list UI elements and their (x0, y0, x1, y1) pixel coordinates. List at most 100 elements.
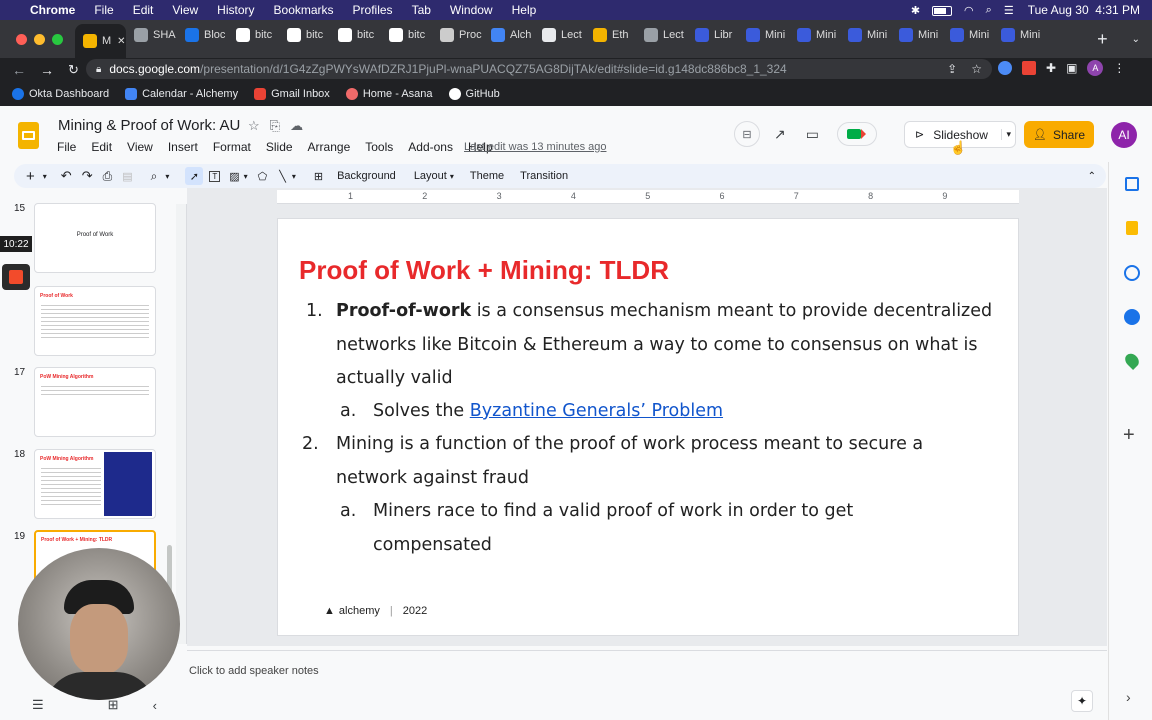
filmstrip-view-icon[interactable]: ☰ (32, 697, 44, 713)
tab-4[interactable]: bitc (279, 20, 330, 50)
close-window-button[interactable] (16, 33, 27, 45)
share-button[interactable]: 👤︎ Share (1024, 121, 1094, 148)
tab-10[interactable]: Eth (585, 20, 636, 50)
tab-17[interactable]: Mini (942, 20, 993, 50)
menu-help[interactable]: Help (512, 3, 537, 17)
bookmark-gmail[interactable]: Gmail Inbox (254, 88, 330, 100)
activity-trend-icon[interactable]: ↗ (774, 126, 786, 143)
last-edit-link[interactable]: Last edit was 13 minutes ago (464, 141, 606, 153)
tab-9[interactable]: Lect (534, 20, 585, 50)
line-icon[interactable]: ╲ (279, 170, 286, 183)
bluetooth-icon[interactable]: ✱ (911, 4, 920, 17)
address-bar[interactable]: 🔒︎ docs.google.com/presentation/d/1G4zZg… (86, 59, 992, 79)
print-icon[interactable]: ⎙ (103, 169, 113, 184)
maps-app-icon[interactable] (1122, 350, 1142, 371)
tab-search-chevron-icon[interactable]: ⌄ (1132, 34, 1140, 45)
tab-0[interactable]: M ✕ (75, 24, 126, 58)
slide-list-item-2[interactable]: 2. Mining is a function of the proof of … (302, 428, 992, 495)
menu-bookmarks[interactable]: Bookmarks (274, 3, 334, 17)
menu-edit[interactable]: Edit (133, 3, 154, 17)
select-cursor-icon[interactable]: ➚ (185, 167, 204, 185)
menu-tab[interactable]: Tab (412, 3, 431, 17)
back-icon[interactable]: ← (12, 62, 26, 78)
wifi-icon[interactable]: ◠ (964, 4, 974, 17)
bookmark-okta[interactable]: Okta Dashboard (12, 88, 109, 100)
tab-close-icon[interactable]: ✕ (117, 36, 125, 47)
docs-menu-slide[interactable]: Slide (266, 140, 293, 154)
get-addons-plus-icon[interactable]: + (1123, 424, 1135, 447)
star-icon[interactable]: ☆ (248, 118, 260, 134)
move-folder-icon[interactable]: ⎘ (270, 118, 280, 134)
stop-recording-button[interactable] (2, 264, 30, 290)
textbox-icon[interactable]: T (209, 170, 221, 182)
slide-list-item-2a[interactable]: a. Miners race to find a valid proof of … (340, 495, 900, 562)
new-tab-button[interactable]: + (1097, 29, 1108, 50)
tab-6[interactable]: bitc (381, 20, 432, 50)
slide-thumbnail-16[interactable]: Proof of Work (34, 286, 156, 356)
battery-icon[interactable] (932, 5, 953, 16)
share-page-icon[interactable]: ⇪ (947, 62, 957, 76)
paint-format-icon[interactable]: ▤ (122, 170, 132, 183)
redo-icon[interactable]: ↷ (82, 168, 93, 184)
app-name[interactable]: Chrome (30, 3, 75, 17)
comments-icon[interactable]: ▭ (806, 126, 819, 143)
background-button[interactable]: Background (337, 170, 396, 182)
meet-icon[interactable] (836, 122, 877, 146)
menu-file[interactable]: File (94, 3, 113, 17)
bookmark-github[interactable]: GitHub (448, 88, 500, 100)
docs-menu-format[interactable]: Format (213, 140, 251, 154)
zoom-dropdown-icon[interactable]: ▾ (165, 172, 169, 181)
search-icon[interactable]: ⌕ (986, 4, 992, 17)
keep-app-icon[interactable] (1126, 221, 1138, 235)
slides-logo-icon[interactable] (18, 122, 39, 149)
docs-menu-addons[interactable]: Add-ons (408, 140, 453, 154)
present-to-meeting-icon[interactable]: ⊟ (734, 121, 760, 147)
menu-clock[interactable]: Tue Aug 30 4:31 PM (1028, 3, 1140, 17)
account-avatar[interactable]: AI (1111, 122, 1137, 148)
menu-view[interactable]: View (172, 3, 198, 17)
tab-7[interactable]: Proc (432, 20, 483, 50)
layout-button[interactable]: Layout ▾ (414, 170, 454, 182)
slide-thumbnail-17[interactable]: PoW Mining Algorithm (34, 367, 156, 437)
forward-icon[interactable]: → (40, 62, 54, 78)
bookmark-star-icon[interactable]: ☆ (971, 62, 982, 76)
bookmark-asana[interactable]: Home - Asana (345, 88, 433, 100)
image-icon[interactable]: ▨ (229, 170, 239, 183)
chrome-menu-icon[interactable]: ⋮ (1113, 61, 1125, 75)
tab-5[interactable]: bitc (330, 20, 381, 50)
cloud-saved-icon[interactable]: ☁ (290, 118, 303, 134)
speaker-notes[interactable]: Click to add speaker notes (187, 650, 1107, 684)
tab-18[interactable]: Mini (993, 20, 1044, 50)
byzantine-generals-link[interactable]: Byzantine Generals’ Problem (470, 401, 723, 421)
explore-icon[interactable]: ✦ (1071, 690, 1093, 712)
tab-14[interactable]: Mini (789, 20, 840, 50)
zoom-icon[interactable]: ⌕ (151, 169, 158, 184)
tab-16[interactable]: Mini (891, 20, 942, 50)
tab-13[interactable]: Mini (738, 20, 789, 50)
slide-list-item-1[interactable]: 1. Proof-of-work is a consensus mechanis… (306, 295, 996, 396)
docs-menu-view[interactable]: View (127, 140, 153, 154)
slide-thumbnail-18[interactable]: PoW Mining Algorithm (34, 449, 156, 519)
slide-title[interactable]: Proof of Work + Mining: TLDR (299, 255, 669, 286)
menu-history[interactable]: History (217, 3, 254, 17)
extensions-puzzle-icon[interactable]: ✚ (1046, 61, 1056, 75)
tab-15[interactable]: Mini (840, 20, 891, 50)
maximize-window-button[interactable] (52, 33, 63, 45)
contacts-app-icon[interactable] (1124, 309, 1140, 325)
tab-2[interactable]: Bloc (177, 20, 228, 50)
docs-menu-tools[interactable]: Tools (365, 140, 393, 154)
minimize-window-button[interactable] (34, 33, 45, 45)
theme-button[interactable]: Theme (470, 170, 504, 182)
new-slide-dropdown-icon[interactable]: ▾ (43, 172, 47, 181)
transition-button[interactable]: Transition (520, 170, 568, 182)
slideshow-dropdown-icon[interactable]: ▾ (1001, 129, 1011, 140)
tab-3[interactable]: bitc (228, 20, 279, 50)
tab-8[interactable]: Alch (483, 20, 534, 50)
sidepanel-icon[interactable]: ▣ (1066, 61, 1077, 75)
calendar-app-icon[interactable] (1125, 177, 1139, 191)
docs-menu-insert[interactable]: Insert (168, 140, 198, 154)
menu-profiles[interactable]: Profiles (353, 3, 393, 17)
tab-1[interactable]: SHA (126, 20, 177, 50)
new-slide-plus-icon[interactable]: + (26, 168, 35, 185)
menu-window[interactable]: Window (450, 3, 493, 17)
